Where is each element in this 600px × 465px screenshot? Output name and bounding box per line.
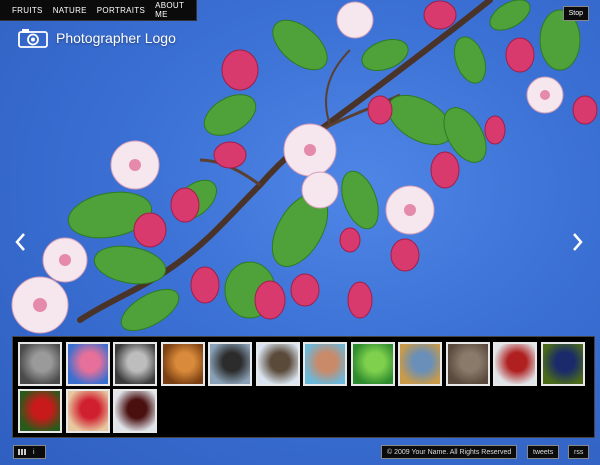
thumb-tart[interactable] [65,389,110,433]
thumb-bw-man[interactable] [113,342,157,386]
logo-text: Photographer Logo [56,30,176,46]
nav-item-portraits[interactable]: PORTRAITS [97,6,145,15]
thumb-eagle[interactable] [255,342,300,386]
previous-arrow-icon[interactable] [14,232,26,252]
camera-icon [18,29,48,48]
nav-item-nature[interactable]: NATURE [53,6,87,15]
thumb-red-berries[interactable] [18,389,62,433]
thumb-woman[interactable] [303,342,347,386]
grid-icon [18,449,27,455]
site-logo[interactable]: Photographer Logo [18,28,176,48]
info-icon: i [33,448,35,456]
tweets-button[interactable]: tweets [527,445,560,459]
thumb-autumn[interactable] [398,342,442,386]
thumb-bark[interactable] [445,342,490,386]
thumb-bw-child[interactable] [18,342,62,386]
thumbnail-toggle-button[interactable]: i [13,445,46,459]
next-arrow-icon[interactable] [572,232,584,252]
top-navigation: FRUITS NATURE PORTRAITS ABOUT ME [0,0,197,21]
thumb-leaf[interactable] [350,342,395,386]
rss-button[interactable]: rss [568,445,590,459]
thumb-berries[interactable] [493,342,537,386]
copyright-text: © 2009 Your Name. All Rights Reserved [381,445,518,459]
nav-item-about-me[interactable]: ABOUT ME [155,1,196,19]
thumb-cow[interactable] [208,342,252,386]
thumbnail-tray [12,336,595,438]
thumb-cherries[interactable] [113,389,157,433]
thumb-blossom[interactable] [65,342,110,386]
thumb-dog[interactable] [160,342,205,386]
stop-slideshow-button[interactable]: Stop [562,6,589,21]
nav-item-fruits[interactable]: FRUITS [12,6,43,15]
thumb-blue-berries[interactable] [540,342,585,386]
